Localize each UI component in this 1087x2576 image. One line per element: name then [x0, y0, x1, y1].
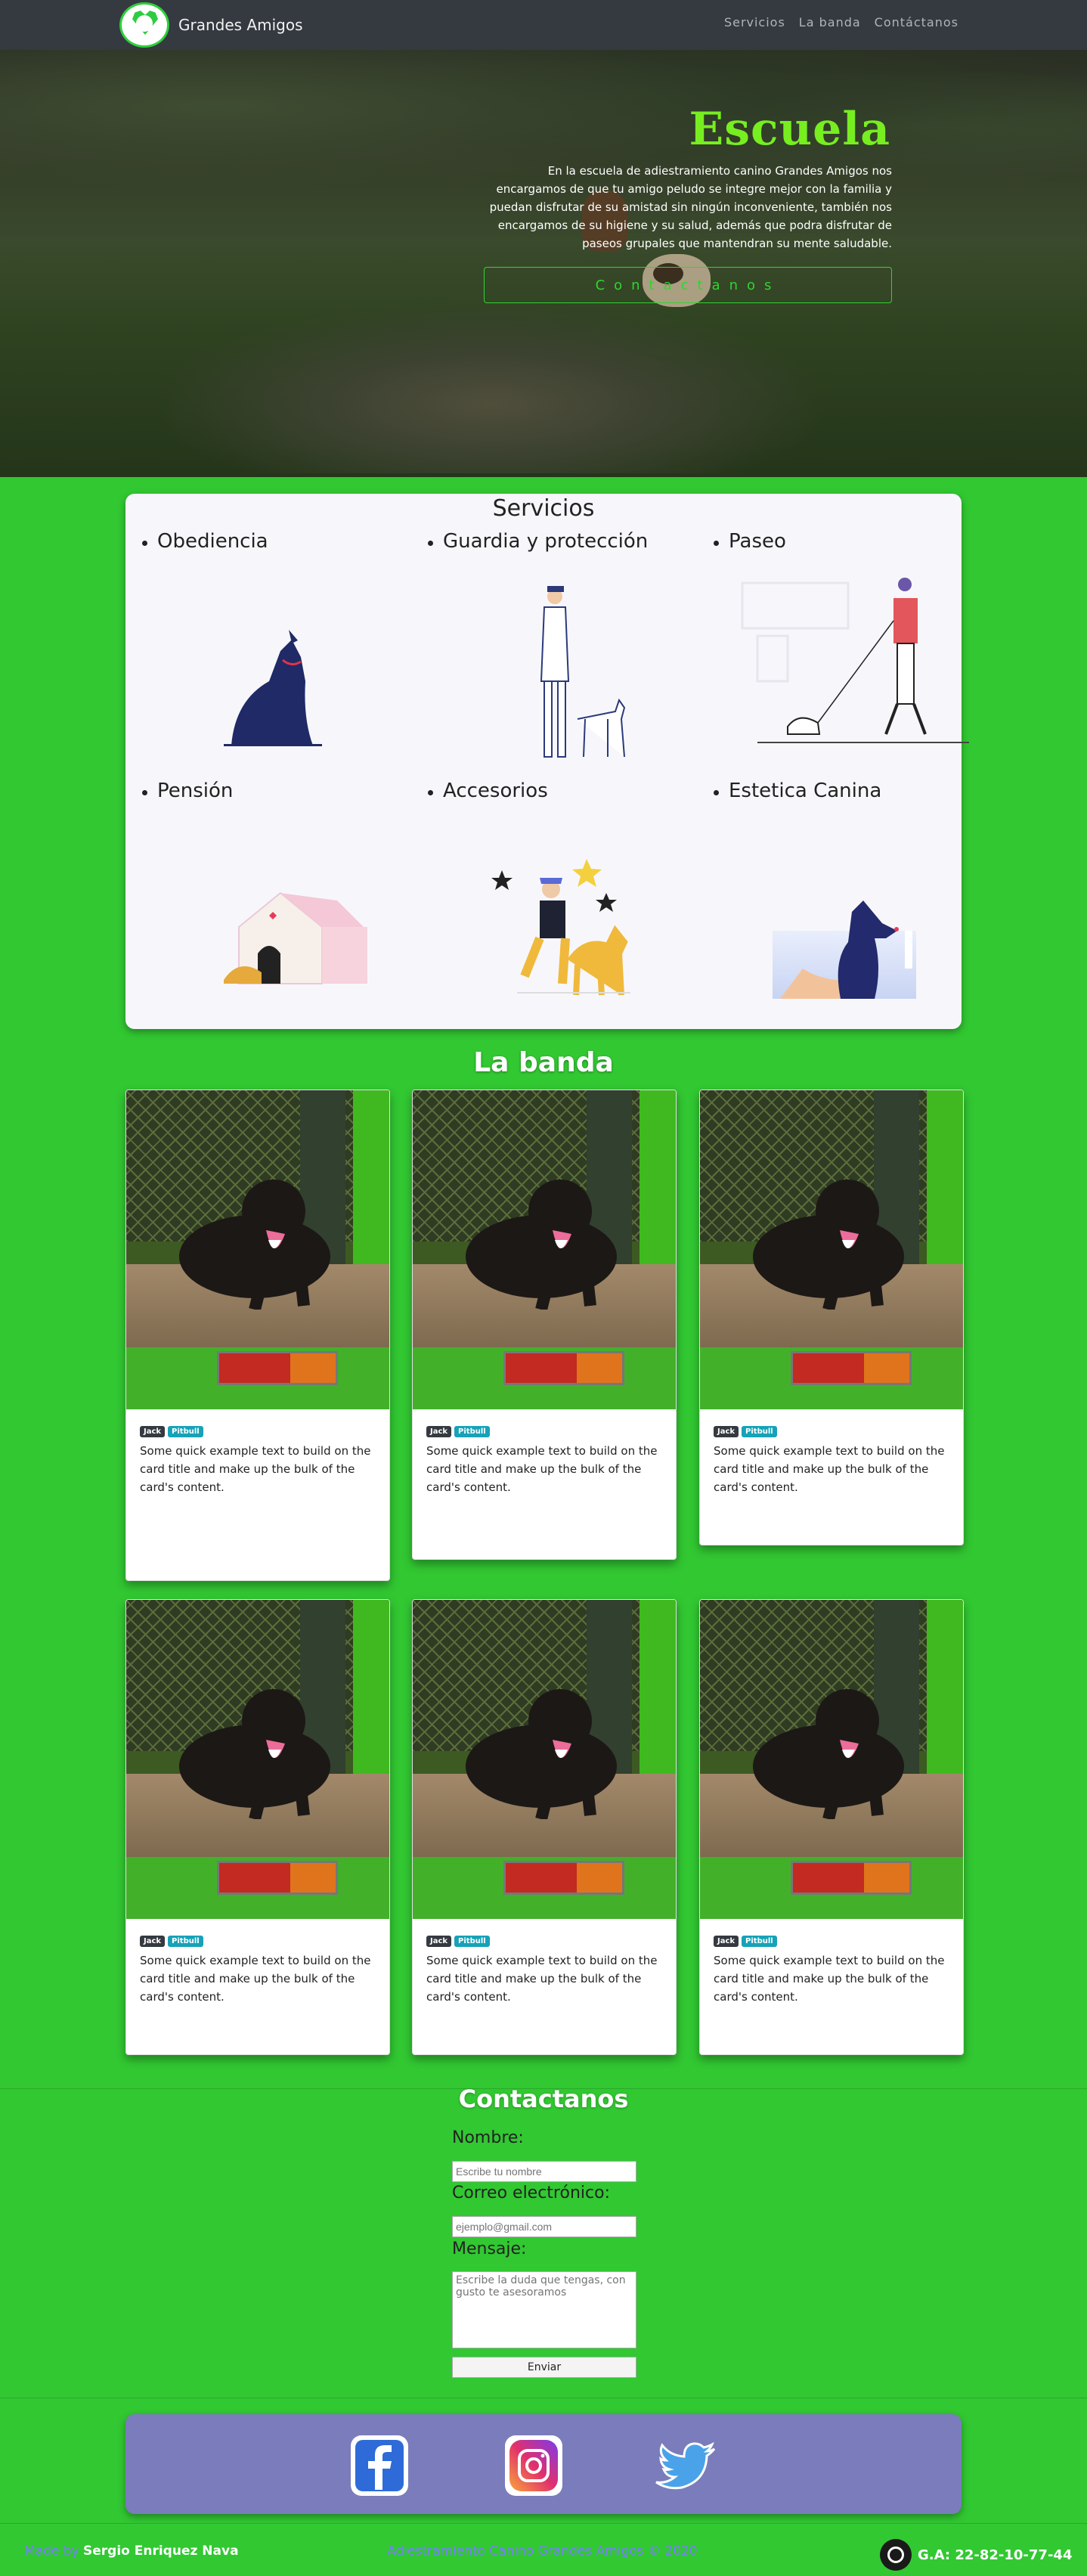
dog-name-badge: Jack [140, 1936, 166, 1947]
service-item: Accesorios [426, 780, 706, 1021]
name-input[interactable] [452, 2161, 636, 2182]
service-item: Guardia y protección [426, 530, 706, 772]
dog-breed-badge: Pitbull [742, 1426, 777, 1437]
brand-name[interactable]: Grandes Amigos [178, 16, 303, 34]
card-text: Some quick example text to build on the … [714, 1954, 945, 2004]
service-label: Accesorios [426, 780, 706, 802]
dog-breed-badge: Pitbull [168, 1426, 203, 1437]
dog-name-badge: Jack [426, 1936, 452, 1947]
service-label: Guardia y protección [426, 530, 706, 553]
dog-card[interactable]: Jack Pitbull Some quick example text to b… [412, 1090, 677, 1560]
social-panel [125, 2414, 962, 2514]
name-label: Nombre: [452, 2128, 524, 2147]
whatsapp-icon[interactable] [880, 2539, 912, 2571]
dog-breed-badge: Pitbull [454, 1936, 490, 1947]
dog-photo [413, 1090, 676, 1409]
services-title: Servicios [492, 495, 595, 522]
contact-section [0, 2088, 1087, 2398]
footer-credit: Made by Sergio Enriquez Nava [24, 2543, 239, 2559]
nav-link-contactanos[interactable]: Contáctanos [875, 15, 958, 29]
message-textarea[interactable] [452, 2271, 636, 2348]
footer: Made by Sergio Enriquez Nava Adiestramie… [0, 2523, 1087, 2576]
doghouse-illustration [224, 891, 367, 984]
obedience-dog-illustration [224, 630, 322, 746]
hero-title: Escuela [689, 103, 890, 156]
dog-photo [700, 1090, 963, 1409]
grooming-illustration [773, 901, 916, 999]
dog-card[interactable]: Jack Pitbull Some quick example text to b… [699, 1090, 964, 1545]
dog-breed-badge: Pitbull [168, 1936, 203, 1947]
phone-number: G.A: 22-82-10-77-44 [918, 2547, 1073, 2563]
dog-card[interactable]: Jack Pitbull Some quick example text to b… [125, 1090, 390, 1581]
dog-card[interactable]: Jack Pitbull Some quick example text to b… [412, 1599, 677, 2055]
navbar: Grandes Amigos Servicios La banda Contác… [0, 0, 1087, 50]
service-label: Obediencia [141, 530, 420, 553]
dog-photo [700, 1600, 963, 1919]
service-item: Pensión [141, 780, 420, 1021]
walker-illustration [741, 578, 969, 743]
dog-card[interactable]: Jack Pitbull Some quick example text to b… [125, 1599, 390, 2055]
dog-name-badge: Jack [714, 1936, 739, 1947]
facebook-icon[interactable] [342, 2429, 417, 2502]
card-text: Some quick example text to build on the … [426, 1444, 658, 1494]
accessories-illustration [491, 859, 630, 996]
dog-photo [126, 1090, 389, 1409]
card-text: Some quick example text to build on the … [140, 1444, 371, 1494]
card-text: Some quick example text to build on the … [426, 1954, 658, 2004]
card-text: Some quick example text to build on the … [140, 1954, 371, 2004]
dog-name-badge: Jack [426, 1426, 452, 1437]
nav-links: Servicios La banda Contáctanos [724, 15, 958, 29]
service-item: Obediencia [141, 530, 420, 772]
brand-logo[interactable] [119, 2, 169, 48]
service-label: Estetica Canina [712, 780, 992, 802]
dog-photo [126, 1600, 389, 1919]
email-input[interactable] [452, 2216, 636, 2237]
dog-breed-badge: Pitbull [454, 1426, 490, 1437]
submit-button[interactable]: Enviar [452, 2357, 636, 2378]
service-item: Paseo [712, 530, 992, 772]
service-label: Pensión [141, 780, 420, 802]
team-title: La banda [473, 1047, 614, 1078]
made-by-prefix: Made by [24, 2543, 79, 2559]
hero-path [151, 299, 832, 473]
hero-section: Escuela En la escuela de adiestramiento … [0, 50, 1087, 477]
dog-breed-badge: Pitbull [742, 1936, 777, 1947]
guard-illustration [540, 586, 626, 758]
dog-name-badge: Jack [140, 1426, 166, 1437]
dog-card[interactable]: Jack Pitbull Some quick example text to b… [699, 1599, 964, 2055]
contact-title: Contactanos [458, 2085, 629, 2113]
card-text: Some quick example text to build on the … [714, 1444, 945, 1494]
twitter-icon[interactable] [650, 2429, 726, 2502]
instagram-icon[interactable] [496, 2429, 571, 2502]
nav-link-la-banda[interactable]: La banda [799, 15, 861, 29]
service-label: Paseo [712, 530, 992, 553]
service-item: Estetica Canina [712, 780, 992, 1021]
nav-link-servicios[interactable]: Servicios [724, 15, 785, 29]
footer-phone[interactable]: G.A: 22-82-10-77-44 [880, 2539, 1072, 2571]
dog-photo [413, 1600, 676, 1919]
contact-button[interactable]: Contactanos [484, 267, 892, 303]
email-label: Correo electrónico: [452, 2184, 610, 2202]
author-name[interactable]: Sergio Enriquez Nava [83, 2543, 239, 2559]
hero-description: En la escuela de adiestramiento canino G… [489, 164, 892, 250]
message-label: Mensaje: [452, 2240, 527, 2258]
services-panel: Servicios Obediencia Guardia y protecció… [125, 494, 969, 1029]
dog-name-badge: Jack [714, 1426, 739, 1437]
footer-copyright: Adiestramiento Canino Grandes Amigos © 2… [387, 2543, 698, 2559]
